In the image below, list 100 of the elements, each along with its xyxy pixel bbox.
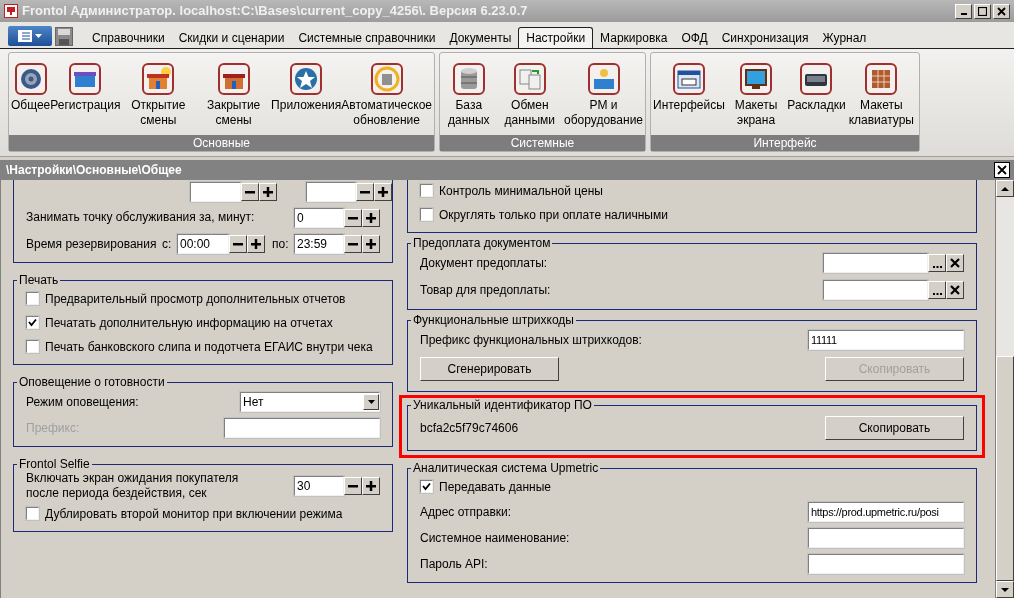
menu-tab[interactable]: ОФД [674, 27, 715, 48]
field-label: Режим оповещения: [26, 393, 139, 411]
app-menu-button[interactable] [8, 26, 52, 46]
menu-tab[interactable]: Синхронизация [714, 27, 816, 48]
ribbon-button[interactable]: Общее [11, 63, 51, 135]
menu-tab[interactable]: Настройки [518, 27, 594, 48]
scroll-up-button[interactable] [996, 180, 1014, 197]
ribbon-button[interactable]: Обмен данными [495, 63, 565, 135]
group-title: Печать [18, 273, 60, 287]
menu-tab[interactable]: Журнал [815, 27, 874, 48]
plus-icon [378, 186, 388, 197]
menu-tab[interactable]: Документы [442, 27, 519, 48]
ribbon-button[interactable]: База данных [442, 63, 496, 135]
from-label: с: [162, 235, 173, 253]
ribbon-button[interactable]: Закрытие смены [196, 63, 272, 135]
close-icon [997, 165, 1007, 175]
checkbox-label: Округлять только при оплате наличными [439, 206, 668, 224]
field-label: Включать экран ожидания покупателя после периода бездействия, сек [26, 471, 239, 501]
menu-tab[interactable]: Скидки и сценарии [171, 27, 292, 48]
number-field[interactable] [190, 181, 241, 202]
field-label: Время резервирования [26, 235, 158, 253]
ribbon-button[interactable]: Приложения [271, 63, 342, 135]
group-title: Аналитическая система Upmetric [412, 461, 600, 475]
increment-button[interactable] [259, 182, 277, 201]
checkbox[interactable] [26, 292, 39, 305]
gear-icon [14, 63, 47, 95]
save-icon[interactable] [55, 27, 73, 46]
number-field[interactable]: 23:59 [294, 233, 344, 254]
checkbox[interactable] [26, 507, 39, 520]
checkbox[interactable] [420, 184, 433, 197]
group-title: Оповещение о готовности [18, 375, 166, 389]
increment-button[interactable] [374, 182, 392, 201]
checkbox[interactable] [420, 208, 433, 221]
field-label: Товар для предоплаты: [420, 282, 551, 299]
text-field[interactable] [808, 553, 964, 574]
number-field[interactable]: 00:00 [177, 233, 229, 254]
checkbox[interactable] [420, 480, 433, 493]
monitor-icon [740, 63, 773, 95]
clear-button[interactable] [946, 281, 964, 299]
action-button[interactable]: Сгенерировать [420, 357, 559, 381]
to-label: по: [272, 235, 290, 253]
close-icon [950, 258, 960, 268]
text-field[interactable] [224, 417, 380, 438]
plus-icon [366, 481, 376, 491]
menu-tab[interactable]: Маркировка [593, 27, 675, 48]
group-title: Уникальный идентификатор ПО [412, 398, 593, 412]
text-field[interactable]: https://prod.upmetric.ru/posi [808, 501, 964, 522]
caret-icon [367, 399, 375, 404]
number-field[interactable] [306, 181, 356, 202]
field-label: Префикс функциональных штрихкодов: [420, 331, 642, 349]
ribbon-button[interactable]: Раскладки [787, 63, 846, 135]
increment-button[interactable] [362, 477, 380, 495]
checkbox[interactable] [26, 340, 39, 353]
ribbon-button[interactable]: Автоматическое обновление [341, 63, 432, 135]
text-field[interactable] [808, 527, 964, 548]
menu-icon [18, 30, 42, 42]
scroll-thumb[interactable] [996, 356, 1014, 581]
minimize-button[interactable] [955, 3, 972, 19]
group-title: Предоплата документом [412, 236, 552, 250]
field-label: Документ предоплаты: [420, 255, 548, 272]
number-field[interactable]: 30 [294, 476, 344, 496]
check-icon [28, 318, 37, 327]
ribbon-button[interactable]: Открытие смены [120, 63, 197, 135]
ribbon-button[interactable]: РМ и оборудование [564, 63, 643, 135]
scroll-down-button[interactable] [996, 581, 1014, 598]
plus-icon [366, 212, 376, 223]
checkbox[interactable] [26, 316, 39, 329]
dropdown-field[interactable]: Нет [240, 391, 380, 412]
ribbon-button[interactable]: Макеты экрана [724, 63, 788, 135]
up-arrow-icon [1001, 186, 1009, 191]
plus-icon [366, 238, 376, 249]
app-icon [4, 4, 18, 18]
text-field[interactable]: 11111 [808, 329, 964, 350]
increment-button[interactable] [362, 234, 380, 253]
copy-button[interactable]: Скопировать [825, 416, 964, 440]
checkbox-label: Передавать данные [439, 478, 552, 496]
menu-tab[interactable]: Системные справочники [291, 27, 443, 48]
ribbon-button[interactable]: Макеты клавиатуры [845, 63, 917, 135]
increment-button[interactable] [362, 208, 380, 227]
group-caption: Интерфейс [651, 135, 919, 151]
checkbox-label: Дублировать второй монитор при включении режима [45, 505, 343, 523]
keyboard-icon [800, 63, 833, 95]
shop-night-icon [217, 63, 250, 95]
group-title: Функциональные штрихкоды [412, 313, 575, 327]
close-button[interactable] [994, 162, 1010, 178]
group-title: Frontol Selfie [18, 457, 91, 471]
increment-button[interactable] [247, 234, 265, 253]
check-icon [422, 482, 431, 491]
ribbon-button[interactable]: Интерфейсы [653, 63, 725, 135]
group-caption: Системные [440, 135, 645, 151]
checkbox-label: Печать банковского слипа и подотчета ЕГАИС внутри чека [45, 338, 373, 356]
ribbon-button[interactable]: Регистрация [50, 63, 121, 135]
lookup-field[interactable] [823, 280, 928, 300]
maximize-button[interactable] [974, 3, 991, 19]
clear-button[interactable] [946, 254, 964, 272]
register-icon [69, 63, 102, 95]
lookup-field[interactable] [823, 253, 928, 273]
number-field[interactable]: 0 [294, 207, 344, 228]
menu-tab[interactable]: Справочники [85, 27, 172, 48]
scrollbar[interactable] [995, 180, 1014, 598]
